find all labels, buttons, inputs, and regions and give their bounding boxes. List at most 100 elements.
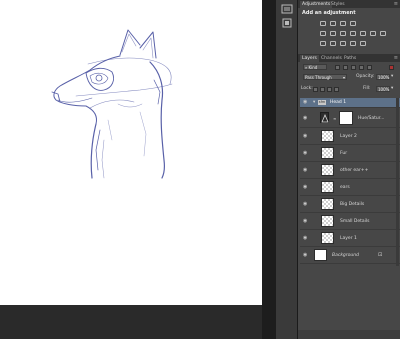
layer-name[interactable]: other ear++	[340, 168, 368, 173]
tab-adjustments[interactable]: Adjustments	[300, 1, 333, 8]
lock-transparency-icon[interactable]	[313, 86, 318, 92]
eye-icon[interactable]: ◉	[303, 202, 307, 207]
filter-smart-object-icon[interactable]	[367, 64, 372, 70]
layer-name[interactable]: Layer 2	[340, 134, 357, 139]
tab-layers[interactable]: Layers	[300, 55, 319, 62]
color-balance-icon[interactable]	[340, 31, 346, 36]
layer-name[interactable]: ears	[340, 185, 350, 190]
eye-icon[interactable]: ◉	[303, 151, 307, 156]
eye-icon[interactable]: ◉	[303, 219, 307, 224]
layer-filter-row: ⌕ Kind	[301, 63, 399, 71]
eye-icon[interactable]: ◉	[303, 134, 307, 139]
workspace-bottom-area	[0, 305, 262, 339]
blend-opacity-row: Pass Through ▾ Opacity: 100% ▾	[301, 73, 399, 81]
layer-row-background[interactable]: ◉ Background ⊡	[300, 247, 400, 264]
adjustments-title: Add an adjustment	[302, 10, 356, 16]
adjustments-tabbar: Adjustments Styles ≡	[298, 0, 400, 8]
document-canvas[interactable]	[0, 0, 262, 305]
lock-fill-row: Lock: Fill: 100% ▾	[301, 85, 399, 93]
opacity-field[interactable]: 100%	[376, 74, 390, 80]
curves-icon[interactable]	[340, 21, 346, 26]
filter-kind-label: Kind	[308, 65, 318, 70]
layers-scrollbar[interactable]	[396, 98, 399, 266]
photo-filter-icon[interactable]	[360, 31, 366, 36]
search-icon: ⌕	[305, 65, 308, 70]
layer-name[interactable]: Small Details	[340, 219, 370, 224]
filter-shape-icon[interactable]	[359, 64, 364, 70]
properties-panel-icon[interactable]	[281, 18, 293, 28]
layers-panel-menu-icon[interactable]: ≡	[394, 54, 398, 62]
tab-styles[interactable]: Styles	[329, 1, 347, 8]
brightness-contrast-icon[interactable]	[320, 21, 326, 26]
lock-image-icon[interactable]	[320, 86, 325, 92]
black-white-icon[interactable]	[350, 31, 356, 36]
filter-toggle-icon[interactable]	[389, 64, 394, 70]
layers-tabbar: Layers Channels Paths ≡	[298, 54, 400, 62]
eye-icon[interactable]: ◉	[303, 116, 307, 121]
threshold-icon[interactable]	[340, 41, 346, 46]
workspace-gutter	[262, 0, 276, 339]
filter-pixel-icon[interactable]	[335, 64, 340, 70]
layer-name[interactable]: Fur	[340, 151, 347, 156]
layer-name[interactable]: Background	[332, 253, 359, 258]
posterize-icon[interactable]	[330, 41, 336, 46]
fill-label: Fill:	[363, 86, 371, 91]
fill-field[interactable]: 100%	[376, 86, 390, 92]
color-lookup-icon[interactable]	[380, 31, 386, 36]
group-expand-icon[interactable]: ▾	[313, 100, 315, 105]
layer-thumbnail	[321, 198, 334, 210]
levels-icon[interactable]	[330, 21, 336, 26]
vibrance-icon[interactable]	[320, 31, 326, 36]
opacity-dropdown-icon[interactable]: ▾	[391, 73, 393, 81]
layer-thumbnail	[321, 164, 334, 176]
eye-icon[interactable]: ◉	[303, 168, 307, 173]
layers-footer-bar	[298, 330, 400, 339]
layer-mask-thumbnail[interactable]	[339, 111, 353, 125]
layer-row-hue-saturation[interactable]: ◉ ∞ Hue/Satur...	[300, 108, 400, 128]
eye-icon[interactable]: ◉	[303, 100, 307, 105]
chain-link-icon[interactable]: ∞	[333, 116, 336, 121]
layer-thumbnail	[314, 249, 327, 261]
channel-mixer-icon[interactable]	[370, 31, 376, 36]
lock-position-icon[interactable]	[327, 86, 332, 92]
eye-icon[interactable]: ◉	[303, 236, 307, 241]
history-panel-icon[interactable]	[281, 4, 293, 14]
layer-filter-select[interactable]: ⌕ Kind	[303, 64, 327, 70]
hue-saturation-icon[interactable]	[330, 31, 336, 36]
panel-menu-icon[interactable]: ≡	[394, 0, 398, 8]
selective-color-icon[interactable]	[360, 41, 366, 46]
layer-name[interactable]: Layer 1	[340, 236, 357, 241]
exposure-icon[interactable]	[350, 21, 356, 26]
layer-row[interactable]: ◉ ears	[300, 179, 400, 196]
eye-icon[interactable]: ◉	[303, 185, 307, 190]
invert-icon[interactable]	[320, 41, 326, 46]
layer-thumbnail	[321, 147, 334, 159]
opacity-label: Opacity:	[356, 74, 375, 79]
layer-thumbnail	[321, 232, 334, 244]
group-name[interactable]: Head 1	[330, 100, 346, 105]
layer-group-row[interactable]: ◉ ▾ sfm Head 1	[300, 98, 400, 108]
layer-row[interactable]: ◉ Fur	[300, 145, 400, 162]
gradient-map-icon[interactable]	[350, 41, 356, 46]
collapsed-panel-strip	[276, 0, 298, 339]
layer-name[interactable]: Big Details	[340, 202, 364, 207]
filter-type-icon[interactable]	[351, 64, 356, 70]
layer-row[interactable]: ◉ Small Details	[300, 213, 400, 230]
layer-thumbnail	[321, 215, 334, 227]
layer-row[interactable]: ◉ Layer 1	[300, 230, 400, 247]
filter-adjustment-icon[interactable]	[343, 64, 348, 70]
tab-paths[interactable]: Paths	[342, 55, 358, 62]
layer-row[interactable]: ◉ other ear++	[300, 162, 400, 179]
layer-thumbnail	[321, 130, 334, 142]
layer-row[interactable]: ◉ Big Details	[300, 196, 400, 213]
lock-all-icon[interactable]	[334, 86, 339, 92]
layer-row[interactable]: ◉ Layer 2	[300, 128, 400, 145]
layer-name[interactable]: Hue/Satur...	[358, 116, 384, 121]
blend-mode-select[interactable]: Pass Through ▾	[303, 74, 347, 80]
tab-channels[interactable]: Channels	[319, 55, 344, 62]
eye-icon[interactable]: ◉	[303, 253, 307, 258]
lock-label: Lock:	[301, 86, 313, 91]
sketch-drawing	[51, 29, 173, 179]
fill-dropdown-icon[interactable]: ▾	[391, 85, 393, 93]
group-folder-badge: sfm	[318, 100, 326, 105]
